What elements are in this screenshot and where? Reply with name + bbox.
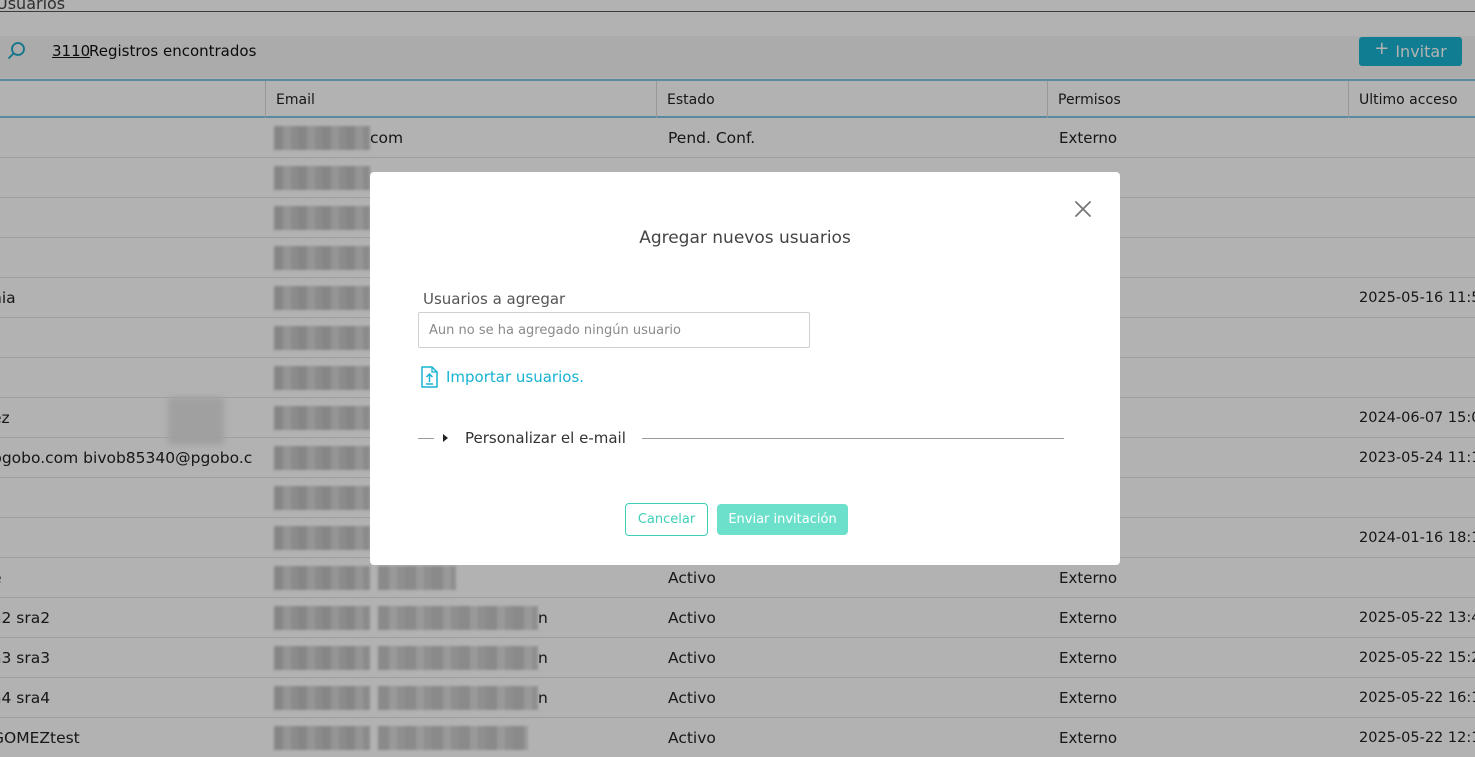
divider [418,438,434,439]
cancel-button[interactable]: Cancelar [625,503,708,536]
file-upload-icon [420,366,438,388]
users-field-label: Usuarios a agregar [423,290,566,308]
send-invitation-button[interactable]: Enviar invitación [717,504,848,535]
dialog-title: Agregar nuevos usuarios [639,228,851,248]
add-users-dialog: Agregar nuevos usuarios Usuarios a agreg… [370,172,1120,565]
close-icon[interactable] [1074,200,1092,218]
import-users-label: Importar usuarios. [446,368,585,386]
divider [642,438,1064,439]
users-input[interactable] [418,312,810,348]
caret-right-icon[interactable] [443,434,448,442]
personalize-email-label[interactable]: Personalizar el e-mail [465,429,626,447]
import-users-link[interactable]: Importar usuarios. [420,366,584,388]
personalize-email-section[interactable]: Personalizar el e-mail [418,428,1064,450]
